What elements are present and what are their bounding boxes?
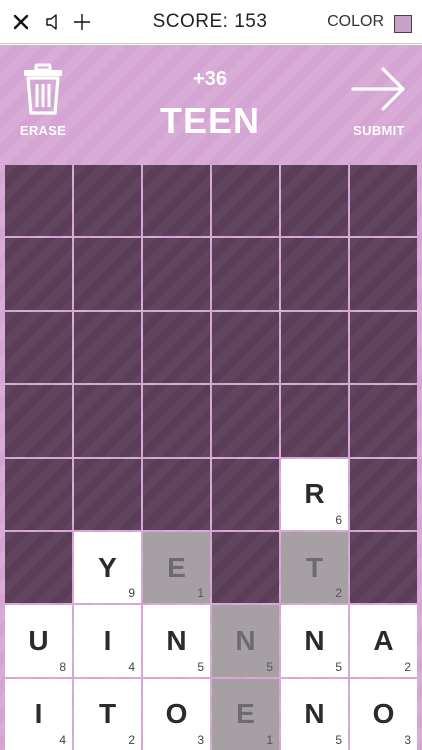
color-label: COLOR	[327, 13, 384, 30]
letter-tile[interactable]: N5	[281, 605, 348, 677]
arrow-right-icon	[351, 67, 405, 111]
letter-tile-selected[interactable]: N5	[212, 605, 279, 677]
empty-cell	[212, 311, 279, 384]
letter-tile[interactable]: A2	[350, 605, 417, 677]
empty-cell	[5, 165, 72, 237]
letter-tile[interactable]: N5	[143, 605, 210, 677]
tile-letter: O	[372, 698, 395, 730]
letter-grid: R6Y9E1T2U8I4N5N5N5A2I4T2O3E1N5O3	[5, 165, 417, 750]
tile-points: 2	[404, 659, 411, 674]
tile-points: 1	[197, 586, 204, 601]
tile-letter: E	[167, 551, 186, 583]
color-swatch-button[interactable]	[394, 15, 412, 33]
letter-tile-selected[interactable]: E1	[143, 531, 210, 604]
erase-label: ERASE	[19, 123, 67, 138]
tile-letter: N	[166, 624, 187, 656]
submit-label: SUBMIT	[353, 123, 405, 138]
empty-cell	[350, 531, 417, 604]
empty-cell	[212, 165, 279, 237]
letter-tile[interactable]: R6	[281, 458, 348, 530]
empty-cell	[212, 458, 279, 530]
tile-letter: I	[34, 698, 43, 730]
tile-points: 5	[197, 659, 204, 674]
letter-tile-selected[interactable]: E1	[212, 678, 279, 750]
tile-points: 6	[335, 512, 342, 527]
close-icon[interactable]	[8, 0, 34, 44]
empty-cell	[350, 385, 417, 457]
tile-points: 3	[404, 733, 411, 747]
tile-points: 8	[59, 659, 66, 674]
empty-cell	[281, 238, 348, 310]
letter-tile[interactable]: I4	[74, 605, 141, 677]
tile-points: 2	[128, 733, 135, 747]
tile-letter: I	[103, 624, 112, 656]
empty-cell	[5, 311, 72, 384]
empty-cell	[212, 385, 279, 457]
empty-cell	[5, 531, 72, 604]
empty-cell	[281, 165, 348, 237]
empty-cell	[74, 165, 141, 237]
tile-points: 4	[128, 659, 135, 674]
empty-cell	[143, 385, 210, 457]
tile-letter: O	[165, 698, 188, 730]
tile-letter: N	[235, 624, 256, 656]
tile-points: 9	[128, 586, 135, 601]
tile-letter: T	[98, 698, 117, 730]
tile-letter: N	[304, 698, 325, 730]
erase-button[interactable]: ERASE	[8, 63, 78, 153]
empty-cell	[350, 311, 417, 384]
letter-tile[interactable]: I4	[5, 678, 72, 750]
tile-letter: R	[304, 478, 325, 510]
submit-button[interactable]: SUBMIT	[344, 63, 414, 153]
current-word: TEEN	[159, 100, 260, 141]
letter-tile[interactable]: O3	[350, 678, 417, 750]
empty-cell	[350, 458, 417, 530]
trash-icon	[24, 63, 62, 115]
empty-cell	[281, 311, 348, 384]
tile-letter: N	[304, 624, 325, 656]
speaker-icon[interactable]	[42, 0, 66, 44]
empty-cell	[143, 458, 210, 530]
empty-cell	[143, 238, 210, 310]
letter-tile[interactable]: N5	[281, 678, 348, 750]
empty-cell	[74, 458, 141, 530]
plus-icon[interactable]	[70, 0, 94, 44]
empty-cell	[350, 165, 417, 237]
letter-tile[interactable]: T2	[74, 678, 141, 750]
empty-cell	[5, 238, 72, 310]
empty-cell	[74, 385, 141, 457]
game-field: ERASE +36 TEEN SUBMIT R6Y9E1T2U8I4N5N5N5…	[0, 45, 422, 750]
tile-points: 5	[335, 659, 342, 674]
tile-points: 1	[266, 733, 273, 747]
letter-tile[interactable]: U8	[5, 605, 72, 677]
tile-points: 4	[59, 733, 66, 747]
letter-tile-selected[interactable]: T2	[281, 531, 348, 604]
top-toolbar: SCORE: 153 COLOR	[0, 0, 422, 44]
empty-cell	[212, 531, 279, 604]
empty-cell	[143, 311, 210, 384]
tile-letter: Y	[98, 551, 117, 583]
tile-letter: E	[236, 698, 255, 730]
letter-tile[interactable]: O3	[143, 678, 210, 750]
tile-letter: T	[305, 551, 324, 583]
tile-letter: A	[373, 624, 394, 656]
empty-cell	[74, 311, 141, 384]
empty-cell	[212, 238, 279, 310]
empty-cell	[74, 238, 141, 310]
empty-cell	[5, 385, 72, 457]
tile-points: 5	[266, 659, 273, 674]
tile-letter: U	[28, 624, 49, 656]
tile-points: 5	[335, 733, 342, 747]
empty-cell	[281, 385, 348, 457]
tile-points: 3	[197, 733, 204, 747]
empty-cell	[350, 238, 417, 310]
score-display: SCORE: 153	[152, 11, 268, 32]
tile-points: 2	[335, 586, 342, 601]
empty-cell	[5, 458, 72, 530]
empty-cell	[143, 165, 210, 237]
word-bonus: +36	[193, 68, 227, 90]
letter-tile[interactable]: Y9	[74, 531, 141, 604]
